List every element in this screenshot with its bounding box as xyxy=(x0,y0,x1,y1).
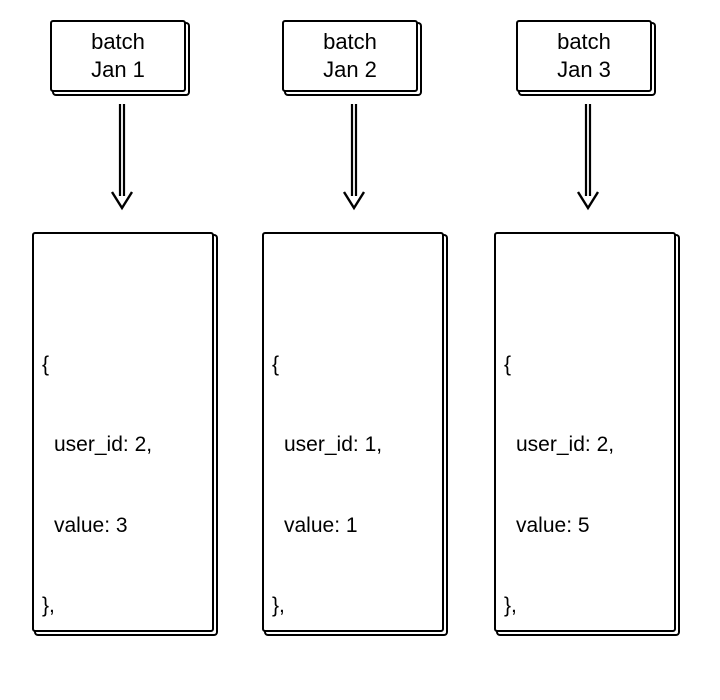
record-user-id: user_id: 2, xyxy=(504,432,666,459)
record: { user_id: 1, value: 1 }, xyxy=(272,298,434,632)
arrow-icon xyxy=(344,100,364,210)
data-box-jan-3: { user_id: 2, value: 5 }, { user_id: 6, … xyxy=(494,232,676,632)
data-box-jan-1: { user_id: 2, value: 3 }, { user_id: 3, … xyxy=(32,232,214,632)
record-user-id: user_id: 2, xyxy=(42,432,204,459)
record: { user_id: 2, value: 5 }, xyxy=(504,298,666,632)
batch-label: batch xyxy=(52,28,184,56)
brace-open: { xyxy=(42,352,204,379)
arrow-icon xyxy=(112,100,132,210)
batch-date: Jan 2 xyxy=(284,56,416,84)
batch-date: Jan 3 xyxy=(518,56,650,84)
brace-close: }, xyxy=(504,593,666,620)
brace-close: }, xyxy=(272,593,434,620)
batch-box-jan-3: batch Jan 3 xyxy=(516,20,652,92)
record-value: value: 1 xyxy=(272,513,434,540)
batch-label: batch xyxy=(284,28,416,56)
batch-date: Jan 1 xyxy=(52,56,184,84)
record: { user_id: 2, value: 3 }, xyxy=(42,298,204,632)
brace-open: { xyxy=(504,352,666,379)
batch-label: batch xyxy=(518,28,650,56)
record-user-id: user_id: 1, xyxy=(272,432,434,459)
batch-box-jan-2: batch Jan 2 xyxy=(282,20,418,92)
brace-close: }, xyxy=(42,593,204,620)
record-value: value: 5 xyxy=(504,513,666,540)
record-value: value: 3 xyxy=(42,513,204,540)
arrow-icon xyxy=(578,100,598,210)
brace-open: { xyxy=(272,352,434,379)
data-box-jan-2: { user_id: 1, value: 1 }, { user_id: 4, … xyxy=(262,232,444,632)
batch-box-jan-1: batch Jan 1 xyxy=(50,20,186,92)
